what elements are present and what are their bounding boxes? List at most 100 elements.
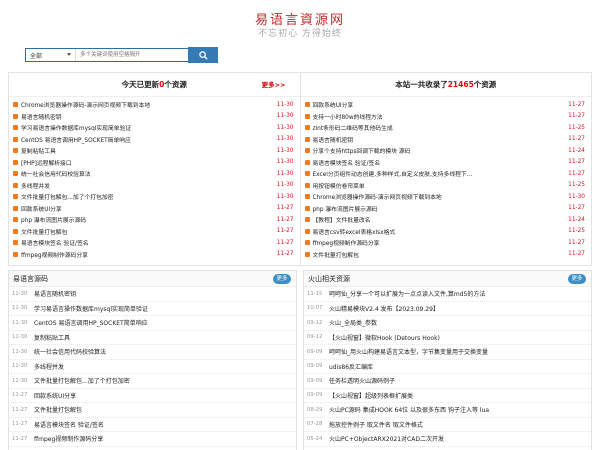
list-item[interactable]: php 瀑布流图片展示源码 11-27 bbox=[301, 203, 592, 215]
list-item[interactable]: 分享个支持https回调下载的模块 源码 11-24 bbox=[301, 145, 592, 157]
item-title[interactable]: 易语言csv转excel表格xlsx格式 bbox=[313, 227, 565, 236]
list-item[interactable]: 易语言随机密钥 11-27 bbox=[301, 134, 592, 146]
list-item[interactable]: 易语言csv转excel表格xlsx格式 11-25 bbox=[301, 226, 592, 238]
item-title[interactable]: 易语言随机密钥 bbox=[34, 289, 76, 298]
item-title[interactable]: CentOS 易语言调用HP_SOCKET简单响应 bbox=[34, 318, 148, 327]
item-title[interactable]: 用按钮模仿卷帘菜单 bbox=[313, 181, 565, 190]
item-title[interactable]: Excel分页组件动态创建,多种样式,自定义皮肤,支持多线程下... bbox=[313, 169, 565, 178]
list-item[interactable]: 易语言模块签名 验证/签名 11-27 bbox=[301, 157, 592, 169]
list-item[interactable]: 11-30 易语言随机密钥 bbox=[9, 287, 296, 302]
item-title[interactable]: 统一社会信用代码校验算法 bbox=[34, 347, 106, 356]
item-title[interactable]: 火山精易模块V2.4 发布【2023.09.29】 bbox=[329, 304, 439, 313]
item-title[interactable]: 回款系统UI分享 bbox=[21, 204, 273, 213]
item-title[interactable]: 易语言随机密钥 bbox=[21, 112, 273, 121]
item-title[interactable]: [PHP]远程解析接口 bbox=[21, 158, 273, 167]
item-title[interactable]: 学习易语言操作数据库mysql实现简单验证 bbox=[34, 304, 148, 313]
list-item[interactable]: ffmpeg视频制作源码分享 11-27 bbox=[301, 237, 592, 249]
item-title[interactable]: 呵呵仙_分享一个可以扩展为一点点读入文件,算md5的方法 bbox=[329, 289, 485, 298]
item-title[interactable]: ffmpeg视频制作源码分享 bbox=[313, 238, 565, 247]
list-item[interactable]: 11-30 多线程并发 bbox=[9, 360, 296, 374]
list-item[interactable]: 多线程并发 11-30 bbox=[9, 180, 300, 192]
list-item[interactable]: Chrome浏览器操作源码-演示网页视频下载到本地 11-30 bbox=[301, 191, 592, 203]
item-title[interactable]: 火山PC源码 集成HOOK 64位 以及很多东西 钩子注入等 lua bbox=[329, 405, 489, 414]
list-item[interactable]: 11-30 CentOS 易语言调用HP_SOCKET简单响应 bbox=[9, 316, 296, 331]
list-item[interactable]: ffmpeg视频制作源码分享 11-27 bbox=[9, 249, 300, 261]
list-item[interactable]: 11-30 学习易语言操作数据库mysql实现简单验证 bbox=[9, 302, 296, 316]
list-item[interactable]: 09-12 【火山视窗】微软Hook (Detours Hook) bbox=[304, 331, 591, 345]
list-item[interactable]: 11-30 复制粘贴工具 bbox=[9, 331, 296, 345]
list-item[interactable]: 文件批量打包解包 11-27 bbox=[9, 226, 300, 238]
list-item[interactable]: 05-24【MQTT3.1.1客户端】协议封装，无三方模块 bbox=[304, 447, 591, 450]
item-title[interactable]: 易语言模块签名 验证/签名 bbox=[34, 420, 104, 429]
list-item[interactable]: 11-30 文件批量打包解包...加了个打包加密 bbox=[9, 374, 296, 389]
item-title[interactable]: 【火山视窗】超级列表框扩展类 bbox=[329, 391, 413, 400]
list-item[interactable]: 易语言随机密钥 11-30 bbox=[9, 111, 300, 123]
list-item[interactable]: 11-27K线制图框架模块_双缓多图层【无需模块】 bbox=[9, 447, 296, 450]
item-title[interactable]: 火山PC+ObjectARX2021对CAD二次开发 bbox=[329, 434, 444, 443]
item-title[interactable]: Chrome浏览器操作源码-演示网页视频下载到本地 bbox=[313, 192, 565, 201]
list-item[interactable]: 09-09 任务栏透明火山源码例子 bbox=[304, 374, 591, 389]
list-item[interactable]: 07-28 拖放控件例子 取文件名 取文件格式 bbox=[304, 418, 591, 432]
list-item[interactable]: 09-09 udis86反汇编库 bbox=[304, 360, 591, 374]
item-title[interactable]: 文件批量打包解包 bbox=[313, 250, 565, 259]
list-item[interactable]: 学习易语言操作数据库mysql实现简单验证 11-30 bbox=[9, 122, 300, 134]
item-title[interactable]: 文件批量打包解包...加了个打包加密 bbox=[34, 376, 130, 385]
item-title[interactable]: Chrome浏览器操作源码-演示网页视频下载到本地 bbox=[21, 100, 273, 109]
item-title[interactable]: 拖放控件例子 取文件名 取文件格式 bbox=[329, 420, 423, 429]
list-item[interactable]: 05-24 火山PC+ObjectARX2021对CAD二次开发 bbox=[304, 432, 591, 447]
item-title[interactable]: 分享个支持https回调下载的模块 源码 bbox=[313, 146, 565, 155]
item-title[interactable]: 【教程】文件批量改名 bbox=[313, 215, 565, 224]
list-item[interactable]: 08-29 火山PC源码 集成HOOK 64位 以及很多东西 钩子注入等 lua bbox=[304, 403, 591, 418]
list-item[interactable]: Excel分页组件动态创建,多种样式,自定义皮肤,支持多线程下... 11-27 bbox=[301, 168, 592, 180]
search-category-select[interactable]: 全部 bbox=[26, 49, 76, 61]
item-title[interactable]: 多线程并发 bbox=[21, 181, 273, 190]
list-item[interactable]: 09-09 呵呵仙_用火山构建易语言文本型，字节集变量用于交换变量 bbox=[304, 345, 591, 360]
item-title[interactable]: 支持一小时80w的线程方法 bbox=[313, 112, 565, 121]
list-item[interactable]: 11-27 易语言模块签名 验证/签名 bbox=[9, 418, 296, 432]
item-title[interactable]: 【火山视窗】微软Hook (Detours Hook) bbox=[329, 333, 440, 342]
item-title[interactable]: zint条形码二维码等其他码生成 bbox=[313, 123, 565, 132]
item-title[interactable]: 文件批量打包解包 bbox=[34, 405, 82, 414]
list-item[interactable]: 11-30 统一社会信用代码校验算法 bbox=[9, 345, 296, 360]
item-title[interactable]: 文件批量打包解包 bbox=[21, 227, 273, 236]
item-title[interactable]: 任务栏透明火山源码例子 bbox=[329, 376, 395, 385]
item-title[interactable]: 复制粘贴工具 bbox=[21, 146, 273, 155]
item-title[interactable]: 回款系统UI分享 bbox=[313, 100, 565, 109]
item-title[interactable]: 多线程并发 bbox=[34, 362, 64, 371]
list-item[interactable]: 09-09 【火山视窗】超级列表框扩展类 bbox=[304, 389, 591, 403]
item-title[interactable]: 易语言模块签名 验证/签名 bbox=[313, 158, 565, 167]
panel-eyuyan-more-button[interactable]: 更多 bbox=[273, 274, 291, 284]
list-item[interactable]: 统一社会信用代码校验算法 11-30 bbox=[9, 168, 300, 180]
item-title[interactable]: 火山_全局类_参数 bbox=[329, 318, 377, 327]
item-title[interactable]: udis86反汇编库 bbox=[329, 362, 373, 371]
list-item[interactable]: 11-15 呵呵仙_分享一个可以扩展为一点点读入文件,算md5的方法 bbox=[304, 287, 591, 302]
item-title[interactable]: CentOS 易语言调用HP_SOCKET简单响应 bbox=[21, 135, 273, 144]
list-item[interactable]: 回款系统UI分享 11-27 bbox=[301, 99, 592, 111]
item-title[interactable]: ffmpeg视频制作源码分享 bbox=[21, 250, 273, 259]
list-item[interactable]: php 瀑布流图片展示源码 11-27 bbox=[9, 214, 300, 226]
item-title[interactable]: php 瀑布流图片展示源码 bbox=[21, 215, 273, 224]
list-item[interactable]: 文件批量打包解包...加了个打包加密 11-30 bbox=[9, 191, 300, 203]
item-title[interactable]: 文件批量打包解包...加了个打包加密 bbox=[21, 192, 273, 201]
list-item[interactable]: 09-12 火山_全局类_参数 bbox=[304, 316, 591, 331]
item-title[interactable]: 回款系统UI分享 bbox=[34, 391, 76, 400]
panel-huoshan-more-button[interactable]: 更多 bbox=[568, 274, 586, 284]
list-item[interactable]: 复制粘贴工具 11-30 bbox=[9, 145, 300, 157]
list-item[interactable]: 文件批量打包解包 11-27 bbox=[301, 249, 592, 261]
item-title[interactable]: 学习易语言操作数据库mysql实现简单验证 bbox=[21, 123, 273, 132]
list-item[interactable]: 用按钮模仿卷帘菜单 11-25 bbox=[301, 180, 592, 192]
list-item[interactable]: 支持一小时80w的线程方法 11-27 bbox=[301, 111, 592, 123]
item-title[interactable]: ffmpeg视频制作源码分享 bbox=[34, 434, 103, 443]
search-button[interactable] bbox=[188, 47, 218, 63]
item-title[interactable]: 复制粘贴工具 bbox=[34, 333, 70, 342]
item-title[interactable]: 易语言随机密钥 bbox=[313, 135, 565, 144]
list-item[interactable]: 11-27 文件批量打包解包 bbox=[9, 403, 296, 418]
list-item[interactable]: zint条形码二维码等其他码生成 11-25 bbox=[301, 122, 592, 134]
list-item[interactable]: Chrome浏览器操作源码-演示网页视频下载到本地 11-30 bbox=[9, 99, 300, 111]
item-title[interactable]: 统一社会信用代码校验算法 bbox=[21, 169, 273, 178]
list-item[interactable]: 11-27 回款系统UI分享 bbox=[9, 389, 296, 403]
list-item[interactable]: 10-07 火山精易模块V2.4 发布【2023.09.29】 bbox=[304, 302, 591, 316]
list-item[interactable]: CentOS 易语言调用HP_SOCKET简单响应 11-30 bbox=[9, 134, 300, 146]
list-item[interactable]: [PHP]远程解析接口 11-30 bbox=[9, 157, 300, 169]
item-title[interactable]: php 瀑布流图片展示源码 bbox=[313, 204, 565, 213]
